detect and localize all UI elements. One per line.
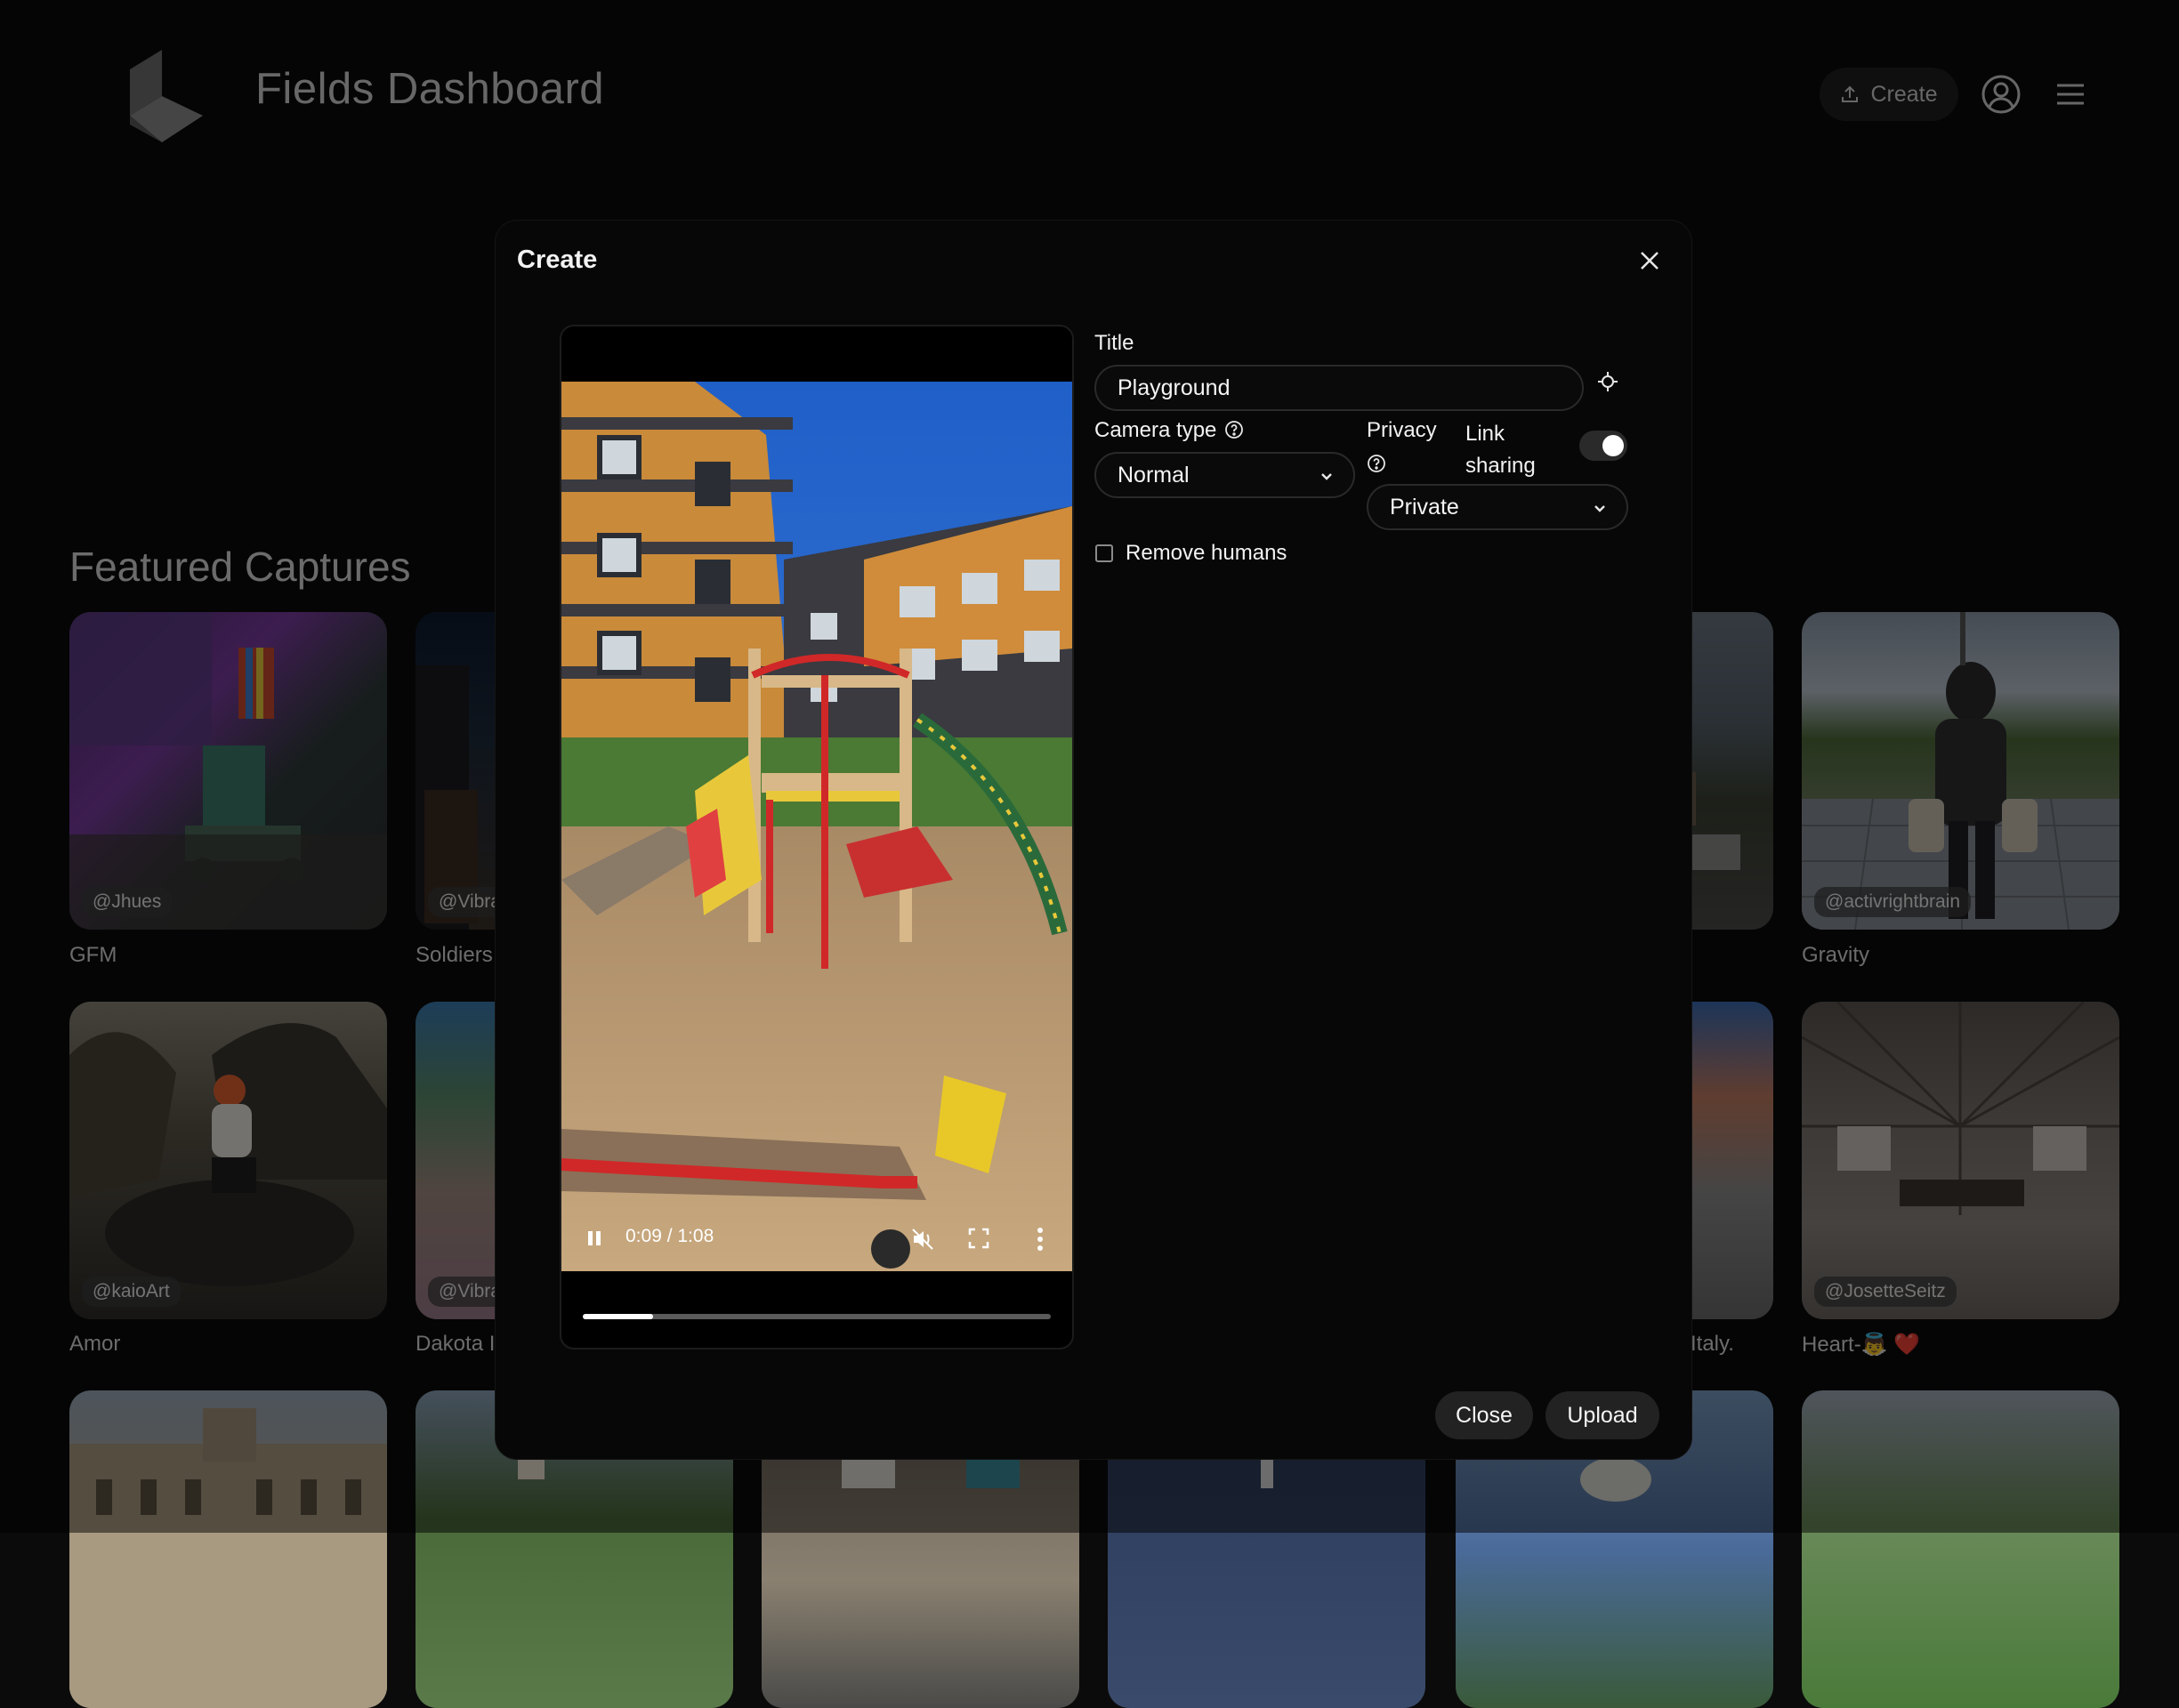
privacy-value: Private (1390, 494, 1459, 520)
help-icon[interactable] (1224, 420, 1244, 439)
video-progress-bar[interactable] (583, 1314, 1051, 1319)
location-target-icon[interactable] (1597, 371, 1618, 392)
help-icon[interactable] (1367, 454, 1386, 473)
link-sharing-label-line1: Link (1465, 422, 1505, 446)
fullscreen-icon[interactable] (967, 1227, 990, 1250)
link-sharing-toggle[interactable] (1579, 431, 1627, 461)
privacy-select[interactable]: Private (1367, 484, 1628, 530)
chevron-down-icon (1594, 505, 1605, 512)
more-options-icon[interactable] (1036, 1227, 1045, 1252)
video-time: 0:09 / 1:08 (625, 1226, 714, 1246)
video-player[interactable]: 0:09 / 1:08 (560, 325, 1074, 1349)
remove-humans-checkbox[interactable] (1095, 544, 1113, 562)
muted-volume-icon[interactable] (910, 1227, 935, 1252)
video-progress-fill (583, 1314, 653, 1319)
pause-icon[interactable] (585, 1229, 604, 1248)
privacy-label: Privacy (1367, 418, 1437, 442)
chevron-down-icon (1321, 473, 1332, 480)
link-sharing-label-line2: sharing (1465, 454, 1536, 478)
create-modal: Create 0:09 / 1:08 Title Playground Came… (496, 221, 1691, 1459)
upload-button[interactable]: Upload (1545, 1391, 1659, 1439)
camera-type-value: Normal (1118, 462, 1190, 487)
video-frame (561, 382, 1072, 1271)
close-icon[interactable] (1638, 249, 1661, 272)
close-button[interactable]: Close (1435, 1391, 1533, 1439)
link-sharing-label: Link sharing (1465, 418, 1536, 482)
title-input[interactable]: Playground (1094, 365, 1584, 411)
camera-type-label: Camera type (1094, 418, 1217, 442)
modal-title: Create (517, 246, 598, 274)
camera-type-select[interactable]: Normal (1094, 452, 1355, 498)
remove-humans-label[interactable]: Remove humans (1126, 541, 1287, 566)
toggle-knob (1602, 435, 1624, 456)
title-label: Title (1094, 331, 1134, 355)
